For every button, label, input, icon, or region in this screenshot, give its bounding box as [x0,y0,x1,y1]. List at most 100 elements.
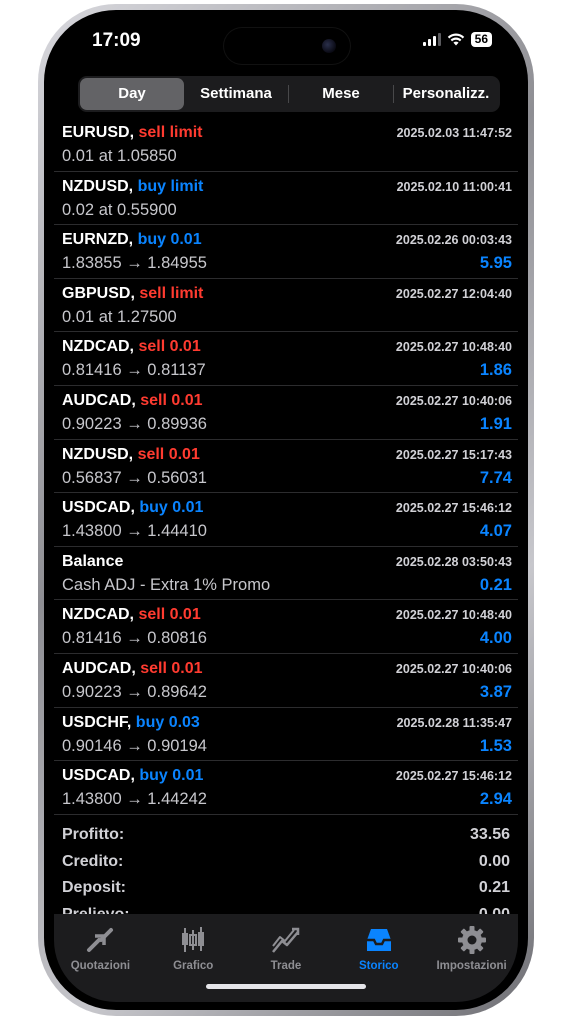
history-row-title: NZDCAD, sell 0.01 [62,338,201,356]
profit-value: 3.87 [479,682,512,701]
segment-week[interactable]: Settimana [184,78,288,110]
segment-month[interactable]: Mese [289,78,393,110]
symbol-label: AUDCAD, [62,391,136,409]
profit-value: 0.21 [479,575,512,594]
history-row[interactable]: EURUSD, sell limit 2025.02.03 11:47:52 0.0… [54,118,518,172]
order-type-label: sell 0.01 [138,338,201,356]
history-row-title: EURUSD, sell limit [62,124,203,142]
history-row-header: GBPUSD, sell limit 2025.02.27 12:04:40 [62,285,512,303]
home-indicator[interactable] [206,984,366,989]
timestamp: 2025.02.27 15:46:12 [395,769,512,784]
history-row[interactable]: NZDCAD, sell 0.01 2025.02.27 10:48:40 0.81… [54,600,518,654]
timestamp: 2025.02.27 10:48:40 [395,340,512,355]
tab-impostazioni[interactable]: Impostazioni [425,914,518,1002]
account-summary: Profitto: 33.56 Credito: 0.00 Deposit: 0… [54,822,518,928]
gear-icon [457,926,486,954]
history-row-title: AUDCAD, sell 0.01 [62,660,203,678]
order-type-label: sell 0.01 [137,445,200,463]
history-row-details: 0.81416 → 0.80816 4.00 [62,629,512,648]
summary-row-profit: Profitto: 33.56 [54,822,518,849]
history-row-details: 0.90223 → 0.89642 3.87 [62,683,512,702]
order-type-label: buy 0.01 [137,231,202,249]
history-row[interactable]: Balance 2025.02.28 03:50:43 Cash ADJ - Ext… [54,547,518,601]
history-row-details: 0.56837 → 0.56031 7.74 [62,469,512,488]
history-row-header: USDCAD, buy 0.01 2025.02.27 15:46:12 [62,499,512,517]
history-row[interactable]: AUDCAD, sell 0.01 2025.02.27 10:40:06 0.90… [54,654,518,708]
history-row-details: 1.43800 → 1.44410 4.07 [62,522,512,541]
history-row[interactable]: NZDUSD, sell 0.01 2025.02.27 15:17:43 0.56… [54,440,518,494]
symbol-label: Balance [62,552,124,570]
front-camera-icon [322,39,336,53]
timestamp: 2025.02.27 15:46:12 [395,501,512,516]
profit-value: 4.00 [479,629,512,648]
history-row[interactable]: NZDCAD, sell 0.01 2025.02.27 10:48:40 0.81… [54,332,518,386]
history-row[interactable]: GBPUSD, sell limit 2025.02.27 12:04:40 0.0… [54,279,518,333]
history-row[interactable]: NZDUSD, buy limit 2025.02.10 11:00:41 0.02… [54,172,518,226]
status-icons: 56 [422,32,492,47]
history-row[interactable]: USDCHF, buy 0.03 2025.02.28 11:35:47 0.901… [54,708,518,762]
profit-value: 7.74 [479,468,512,487]
history-row[interactable]: AUDCAD, sell 0.01 2025.02.27 10:40:06 0.90… [54,386,518,440]
history-row[interactable]: EURNZD, buy 0.01 2025.02.26 00:03:43 1.838… [54,225,518,279]
history-row-details: 0.90223 → 0.89936 1.91 [62,415,512,434]
history-row-details: 1.83855 → 1.84955 5.95 [62,254,512,273]
tab-label: Trade [270,960,302,972]
history-row-details: Cash ADJ - Extra 1% Promo 0.21 [62,576,512,595]
history-row-title: NZDUSD, buy limit [62,178,203,196]
history-row[interactable]: USDCAD, buy 0.01 2025.02.27 15:46:12 1.438… [54,493,518,547]
history-row-title: Balance [62,553,123,571]
profit-value: 1.53 [479,736,512,755]
price-detail: 0.01 at 1.27500 [62,307,177,326]
order-type-label: buy 0.03 [135,713,200,731]
profit-value: 1.86 [479,361,512,380]
summary-row-deposit: Deposit: 0.21 [54,875,518,902]
history-row-header: NZDCAD, sell 0.01 2025.02.27 10:48:40 [62,606,512,624]
segment-custom[interactable]: Personalizz. [394,78,498,110]
trade-line-icon [272,927,300,953]
price-detail: 0.02 at 0.55900 [62,200,177,219]
summary-label: Deposit: [62,879,126,897]
timestamp: 2025.02.27 10:40:06 [395,661,512,676]
screen: 17:09 56 Day Settimana Mese Personalizz.… [54,18,518,1002]
history-row[interactable]: USDCAD, buy 0.01 2025.02.27 15:46:12 1.438… [54,761,518,815]
timestamp: 2025.02.27 15:17:43 [395,447,512,462]
price-detail: 0.56837 → 0.56031 [62,468,207,487]
symbol-label: USDCAD, [62,767,135,785]
history-tray-icon [366,929,391,951]
cellular-signal-icon [422,33,441,46]
history-row-header: AUDCAD, sell 0.01 2025.02.27 10:40:06 [62,660,512,678]
price-detail: 1.43800 → 1.44410 [62,522,207,541]
tab-label: Impostazioni [436,960,507,972]
tab-label: Storico [358,960,399,972]
price-detail: 0.81416 → 0.80816 [62,629,207,648]
wifi-icon [447,33,464,46]
price-detail: 0.90223 → 0.89642 [62,682,207,701]
history-row-header: NZDUSD, buy limit 2025.02.10 11:00:41 [62,178,512,196]
history-row-header: USDCHF, buy 0.03 2025.02.28 11:35:47 [62,714,512,732]
profit-value: 1.91 [479,414,512,433]
symbol-label: GBPUSD, [62,284,135,302]
history-row-details: 1.43800 → 1.44242 2.94 [62,790,512,809]
timestamp: 2025.02.10 11:00:41 [396,179,512,194]
segment-day[interactable]: Day [80,78,184,110]
timestamp: 2025.02.03 11:47:52 [396,126,512,140]
history-row-details: 0.02 at 0.55900 [62,201,512,220]
price-detail: 0.90146 → 0.90194 [62,736,207,755]
history-row-title: NZDCAD, sell 0.01 [62,606,201,624]
profit-value: 4.07 [479,522,512,541]
price-detail: 1.43800 → 1.44242 [62,790,207,809]
symbol-label: USDCHF, [62,713,132,731]
order-type-label: sell 0.01 [138,606,201,624]
timestamp: 2025.02.27 10:48:40 [395,608,512,623]
price-detail: 0.01 at 1.05850 [62,147,177,165]
tab-quotazioni[interactable]: Quotazioni [54,914,147,1002]
period-segmented-control: Day Settimana Mese Personalizz. [78,76,500,112]
summary-value: 0.00 [478,852,510,870]
symbol-label: NZDUSD, [62,177,134,195]
symbol-label: NZDCAD, [62,606,134,624]
history-row-title: USDCAD, buy 0.01 [62,499,203,517]
summary-value: 0.21 [478,879,510,897]
profit-value: 5.95 [479,254,512,273]
symbol-label: AUDCAD, [62,659,136,677]
symbol-label: USDCAD, [62,499,135,517]
